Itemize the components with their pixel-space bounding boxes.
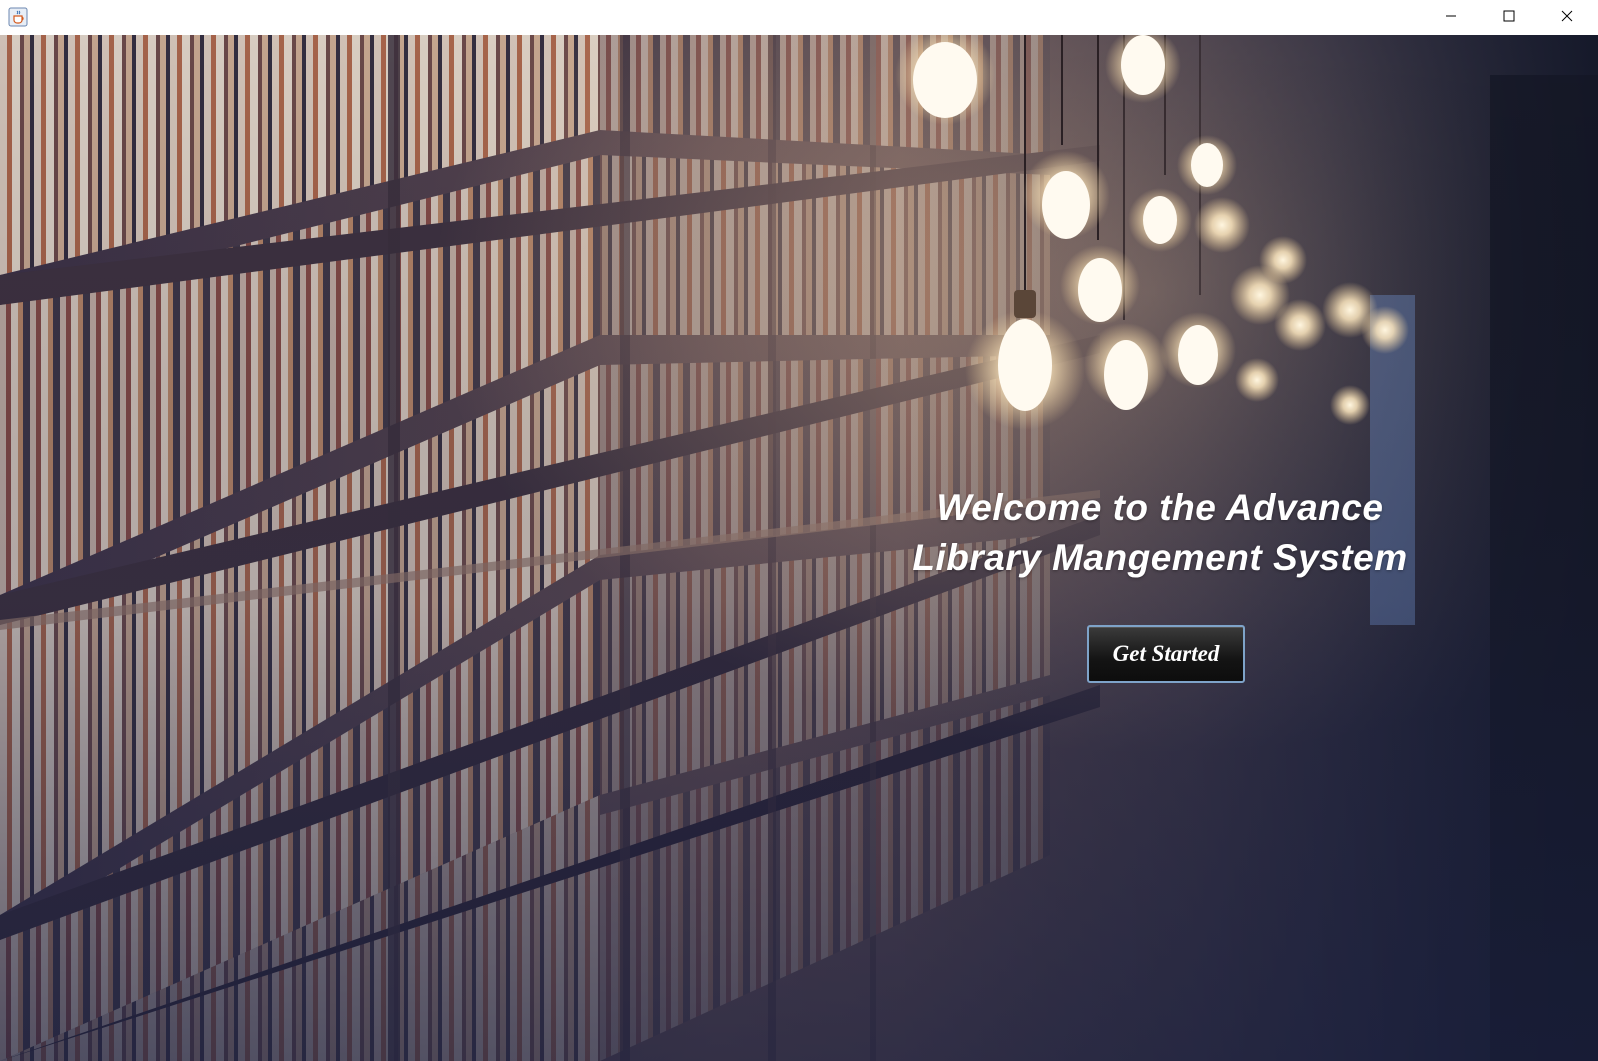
maximize-button[interactable] (1480, 0, 1538, 35)
welcome-heading: Welcome to the Advance Library Mangement… (880, 483, 1440, 583)
title-bar[interactable] (0, 0, 1598, 35)
get-started-button[interactable]: Get Started (1087, 625, 1245, 683)
maximize-icon (1503, 9, 1515, 27)
app-window: Welcome to the Advance Library Mangement… (0, 0, 1598, 1061)
welcome-panel: Welcome to the Advance Library Mangement… (0, 35, 1598, 1061)
welcome-line-1: Welcome to the Advance (936, 487, 1384, 528)
close-icon (1561, 9, 1573, 27)
close-button[interactable] (1538, 0, 1596, 35)
java-cup-icon (8, 7, 28, 27)
get-started-label: Get Started (1112, 641, 1220, 666)
minimize-icon (1445, 9, 1457, 27)
minimize-button[interactable] (1422, 0, 1480, 35)
welcome-line-2: Library Mangement System (912, 537, 1408, 578)
